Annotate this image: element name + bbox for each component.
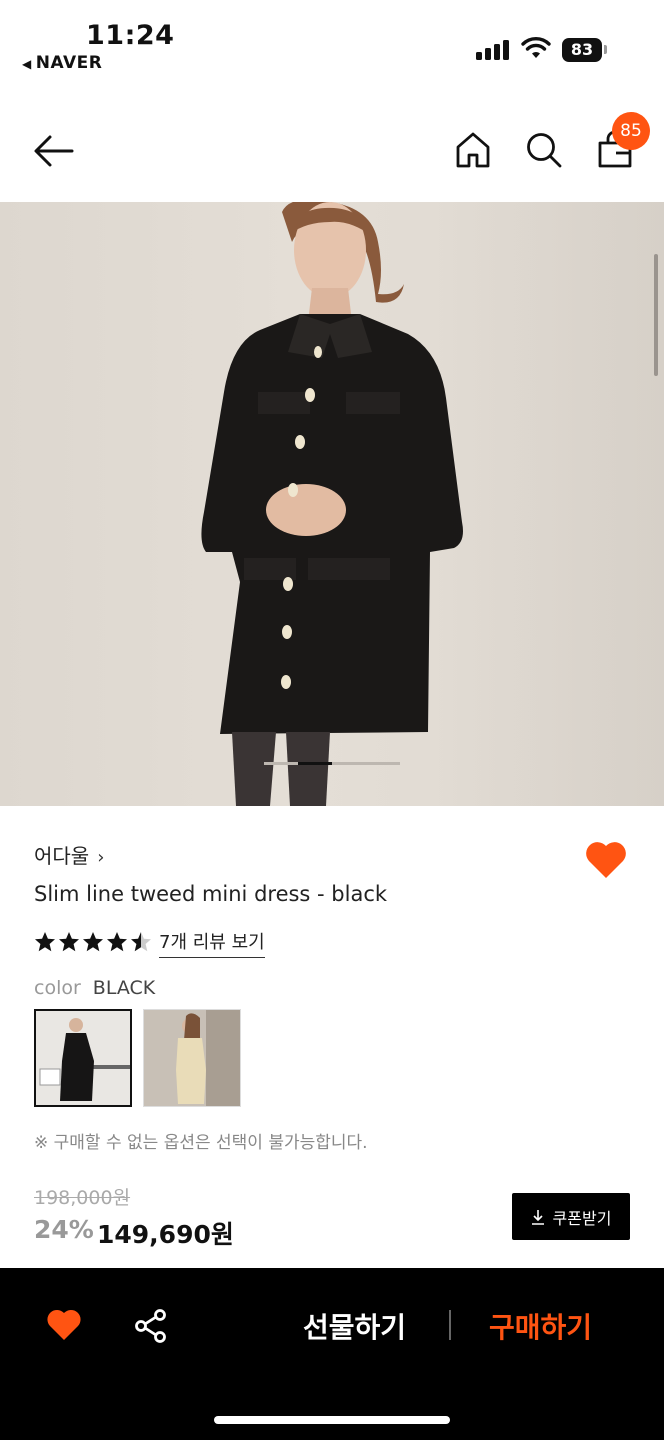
color-label: color [34,977,81,999]
chevron-right-icon: › [97,847,105,868]
back-app-label: NAVER [35,53,103,73]
battery-indicator: 83 [562,38,602,62]
back-triangle-icon: ◀ [22,57,32,71]
rating-stars [35,932,151,952]
cellular-signal-icon [476,40,510,60]
top-navigation [0,100,664,200]
bottom-action-bar [0,1268,664,1440]
product-image-gallery[interactable] [0,202,664,806]
star-icon [107,932,127,952]
coupon-download-button[interactable]: 쿠폰받기 [512,1193,630,1240]
swatch-beige-image [144,1010,240,1106]
swatch-black-image [36,1011,130,1105]
wifi-icon [521,37,551,58]
original-price: 198,000원 [34,1187,131,1209]
wishlist-heart-icon[interactable] [46,1308,82,1342]
download-icon [531,1209,544,1225]
status-bar: 11:24 ◀ NAVER 83 [0,0,664,86]
brand-link[interactable]: 어다울 › [34,840,104,869]
option-notice: ※ 구매할 수 없는 옵션은 선택이 불가능합니다. [34,1133,368,1153]
arrow-left-icon[interactable] [32,132,76,170]
color-option-row: color BLACK [34,977,155,999]
product-title: Slim line tweed mini dress - black [34,882,388,906]
heart-icon[interactable] [584,840,628,880]
cart-count-badge: 85 [612,112,650,150]
image-shading [430,202,664,806]
discount-rate: 24% [34,1215,94,1244]
button-divider [449,1310,451,1340]
buy-button[interactable]: 구매하기 [489,1306,592,1346]
back-to-app-link[interactable]: ◀ NAVER [22,53,102,73]
star-icon [83,932,103,952]
color-swatch-beige[interactable] [143,1009,241,1107]
share-icon[interactable] [133,1308,169,1344]
home-indicator[interactable] [214,1416,450,1424]
color-value: BLACK [92,977,156,999]
color-swatch-black[interactable] [34,1009,132,1107]
half-star-icon [131,932,151,952]
battery-cap [604,45,607,54]
star-icon [59,932,79,952]
brand-name: 어다울 [34,844,90,868]
gift-button[interactable]: 선물하기 [303,1306,406,1346]
review-link[interactable]: 7개 리뷰 보기 [159,928,265,958]
gallery-pager-1[interactable] [264,762,298,765]
gallery-pager-3[interactable] [332,762,400,765]
gallery-pager-2[interactable] [298,762,332,765]
status-time: 11:24 [86,20,175,51]
sale-price: 149,690원 [97,1220,234,1249]
search-icon[interactable] [525,131,563,169]
page-scrollbar[interactable] [654,254,658,376]
star-icon [35,932,55,952]
home-icon[interactable] [455,131,491,169]
coupon-button-label: 쿠폰받기 [552,1208,612,1228]
